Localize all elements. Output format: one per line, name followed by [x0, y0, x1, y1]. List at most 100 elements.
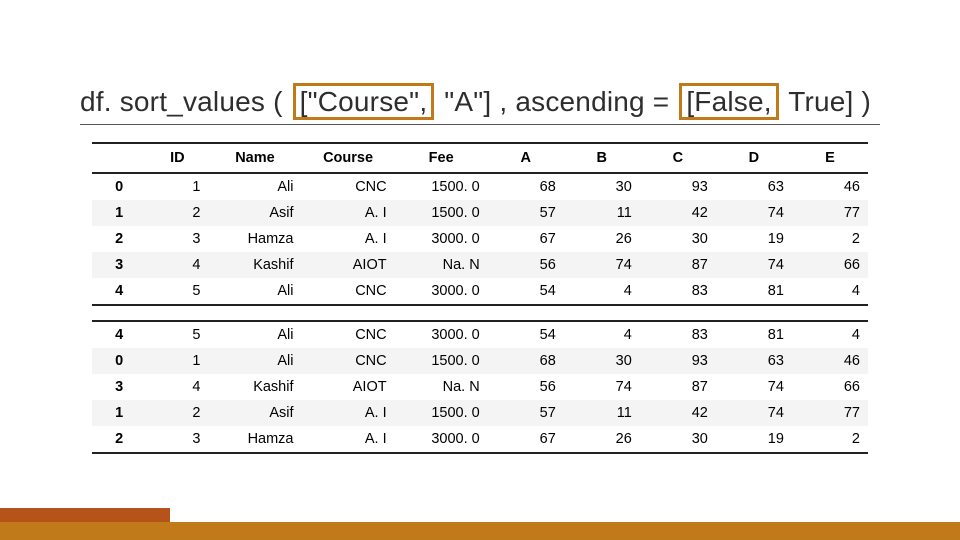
cell: 5: [146, 321, 208, 348]
cell: 3000. 0: [395, 278, 488, 305]
cell: 26: [564, 426, 640, 453]
tables-area: ID Name Course Fee A B C D E 01AliCNC150…: [92, 142, 868, 454]
cell: 54: [488, 278, 564, 305]
cell: Na. N: [395, 374, 488, 400]
cell: 57: [488, 200, 564, 226]
cell: 1: [146, 348, 208, 374]
cell: 54: [488, 321, 564, 348]
cell: 4: [792, 321, 868, 348]
table2-body: 45AliCNC3000. 05448381401AliCNC1500. 068…: [92, 321, 868, 453]
table-row: 34KashifAIOTNa. N5674877466: [92, 252, 868, 278]
cell: 2: [792, 226, 868, 252]
col-course: Course: [302, 143, 395, 173]
cell: Ali: [208, 278, 301, 305]
cell: 30: [564, 173, 640, 200]
cell: 77: [792, 200, 868, 226]
cell: 74: [564, 374, 640, 400]
cell: 56: [488, 374, 564, 400]
row-index: 4: [92, 278, 146, 305]
cell: Ali: [208, 348, 301, 374]
original-dataframe-table: ID Name Course Fee A B C D E 01AliCNC150…: [92, 142, 868, 306]
row-index: 3: [92, 374, 146, 400]
cell: CNC: [302, 321, 395, 348]
cell: 19: [716, 226, 792, 252]
cell: 3: [146, 226, 208, 252]
cell: 19: [716, 426, 792, 453]
footer-accent-shadow: [0, 508, 170, 522]
cell: 1500. 0: [395, 173, 488, 200]
table-row: 12AsifA. I1500. 05711427477: [92, 200, 868, 226]
cell: 4: [146, 374, 208, 400]
cell: 3: [146, 426, 208, 453]
cell: A. I: [302, 400, 395, 426]
cell: 3000. 0: [395, 321, 488, 348]
cell: Asif: [208, 400, 301, 426]
col-index: [92, 143, 146, 173]
table-row: 45AliCNC3000. 054483814: [92, 321, 868, 348]
table-row: 12AsifA. I1500. 05711427477: [92, 400, 868, 426]
cell: 81: [716, 278, 792, 305]
cell: 93: [640, 348, 716, 374]
cell: 66: [792, 374, 868, 400]
col-b: B: [564, 143, 640, 173]
table1-body: 01AliCNC1500. 0683093634612AsifA. I1500.…: [92, 173, 868, 305]
cell: 42: [640, 400, 716, 426]
cell: 30: [640, 226, 716, 252]
col-a: A: [488, 143, 564, 173]
cell: 5: [146, 278, 208, 305]
cell: 46: [792, 173, 868, 200]
title-highlight-box: [False,: [679, 83, 778, 120]
cell: Kashif: [208, 252, 301, 278]
cell: CNC: [302, 348, 395, 374]
cell: 68: [488, 173, 564, 200]
cell: 2: [146, 200, 208, 226]
cell: 30: [564, 348, 640, 374]
row-index: 2: [92, 426, 146, 453]
cell: 26: [564, 226, 640, 252]
cell: 1500. 0: [395, 200, 488, 226]
cell: 93: [640, 173, 716, 200]
cell: Hamza: [208, 426, 301, 453]
cell: 74: [716, 374, 792, 400]
cell: 83: [640, 321, 716, 348]
row-index: 1: [92, 400, 146, 426]
cell: 4: [564, 278, 640, 305]
cell: AIOT: [302, 252, 395, 278]
cell: 87: [640, 374, 716, 400]
cell: A. I: [302, 200, 395, 226]
cell: A. I: [302, 226, 395, 252]
cell: 74: [564, 252, 640, 278]
cell: 74: [716, 252, 792, 278]
slide-title: df. sort_values ( ["Course", "A"] , asce…: [80, 86, 880, 125]
cell: 30: [640, 426, 716, 453]
title-text: df. sort_values (: [80, 86, 291, 117]
table-row: 01AliCNC1500. 06830936346: [92, 348, 868, 374]
col-c: C: [640, 143, 716, 173]
cell: 46: [792, 348, 868, 374]
cell: 83: [640, 278, 716, 305]
cell: AIOT: [302, 374, 395, 400]
cell: 63: [716, 173, 792, 200]
row-index: 3: [92, 252, 146, 278]
col-e: E: [792, 143, 868, 173]
row-index: 1: [92, 200, 146, 226]
table-row: 34KashifAIOTNa. N5674877466: [92, 374, 868, 400]
row-index: 0: [92, 173, 146, 200]
cell: 11: [564, 200, 640, 226]
cell: 56: [488, 252, 564, 278]
title-text: True] ): [781, 86, 871, 117]
cell: 1500. 0: [395, 348, 488, 374]
cell: 67: [488, 226, 564, 252]
cell: 77: [792, 400, 868, 426]
row-index: 2: [92, 226, 146, 252]
cell: 4: [564, 321, 640, 348]
cell: 74: [716, 200, 792, 226]
cell: 81: [716, 321, 792, 348]
cell: CNC: [302, 173, 395, 200]
cell: 57: [488, 400, 564, 426]
cell: 63: [716, 348, 792, 374]
cell: 4: [146, 252, 208, 278]
col-name: Name: [208, 143, 301, 173]
slide: df. sort_values ( ["Course", "A"] , asce…: [0, 0, 960, 540]
cell: 11: [564, 400, 640, 426]
